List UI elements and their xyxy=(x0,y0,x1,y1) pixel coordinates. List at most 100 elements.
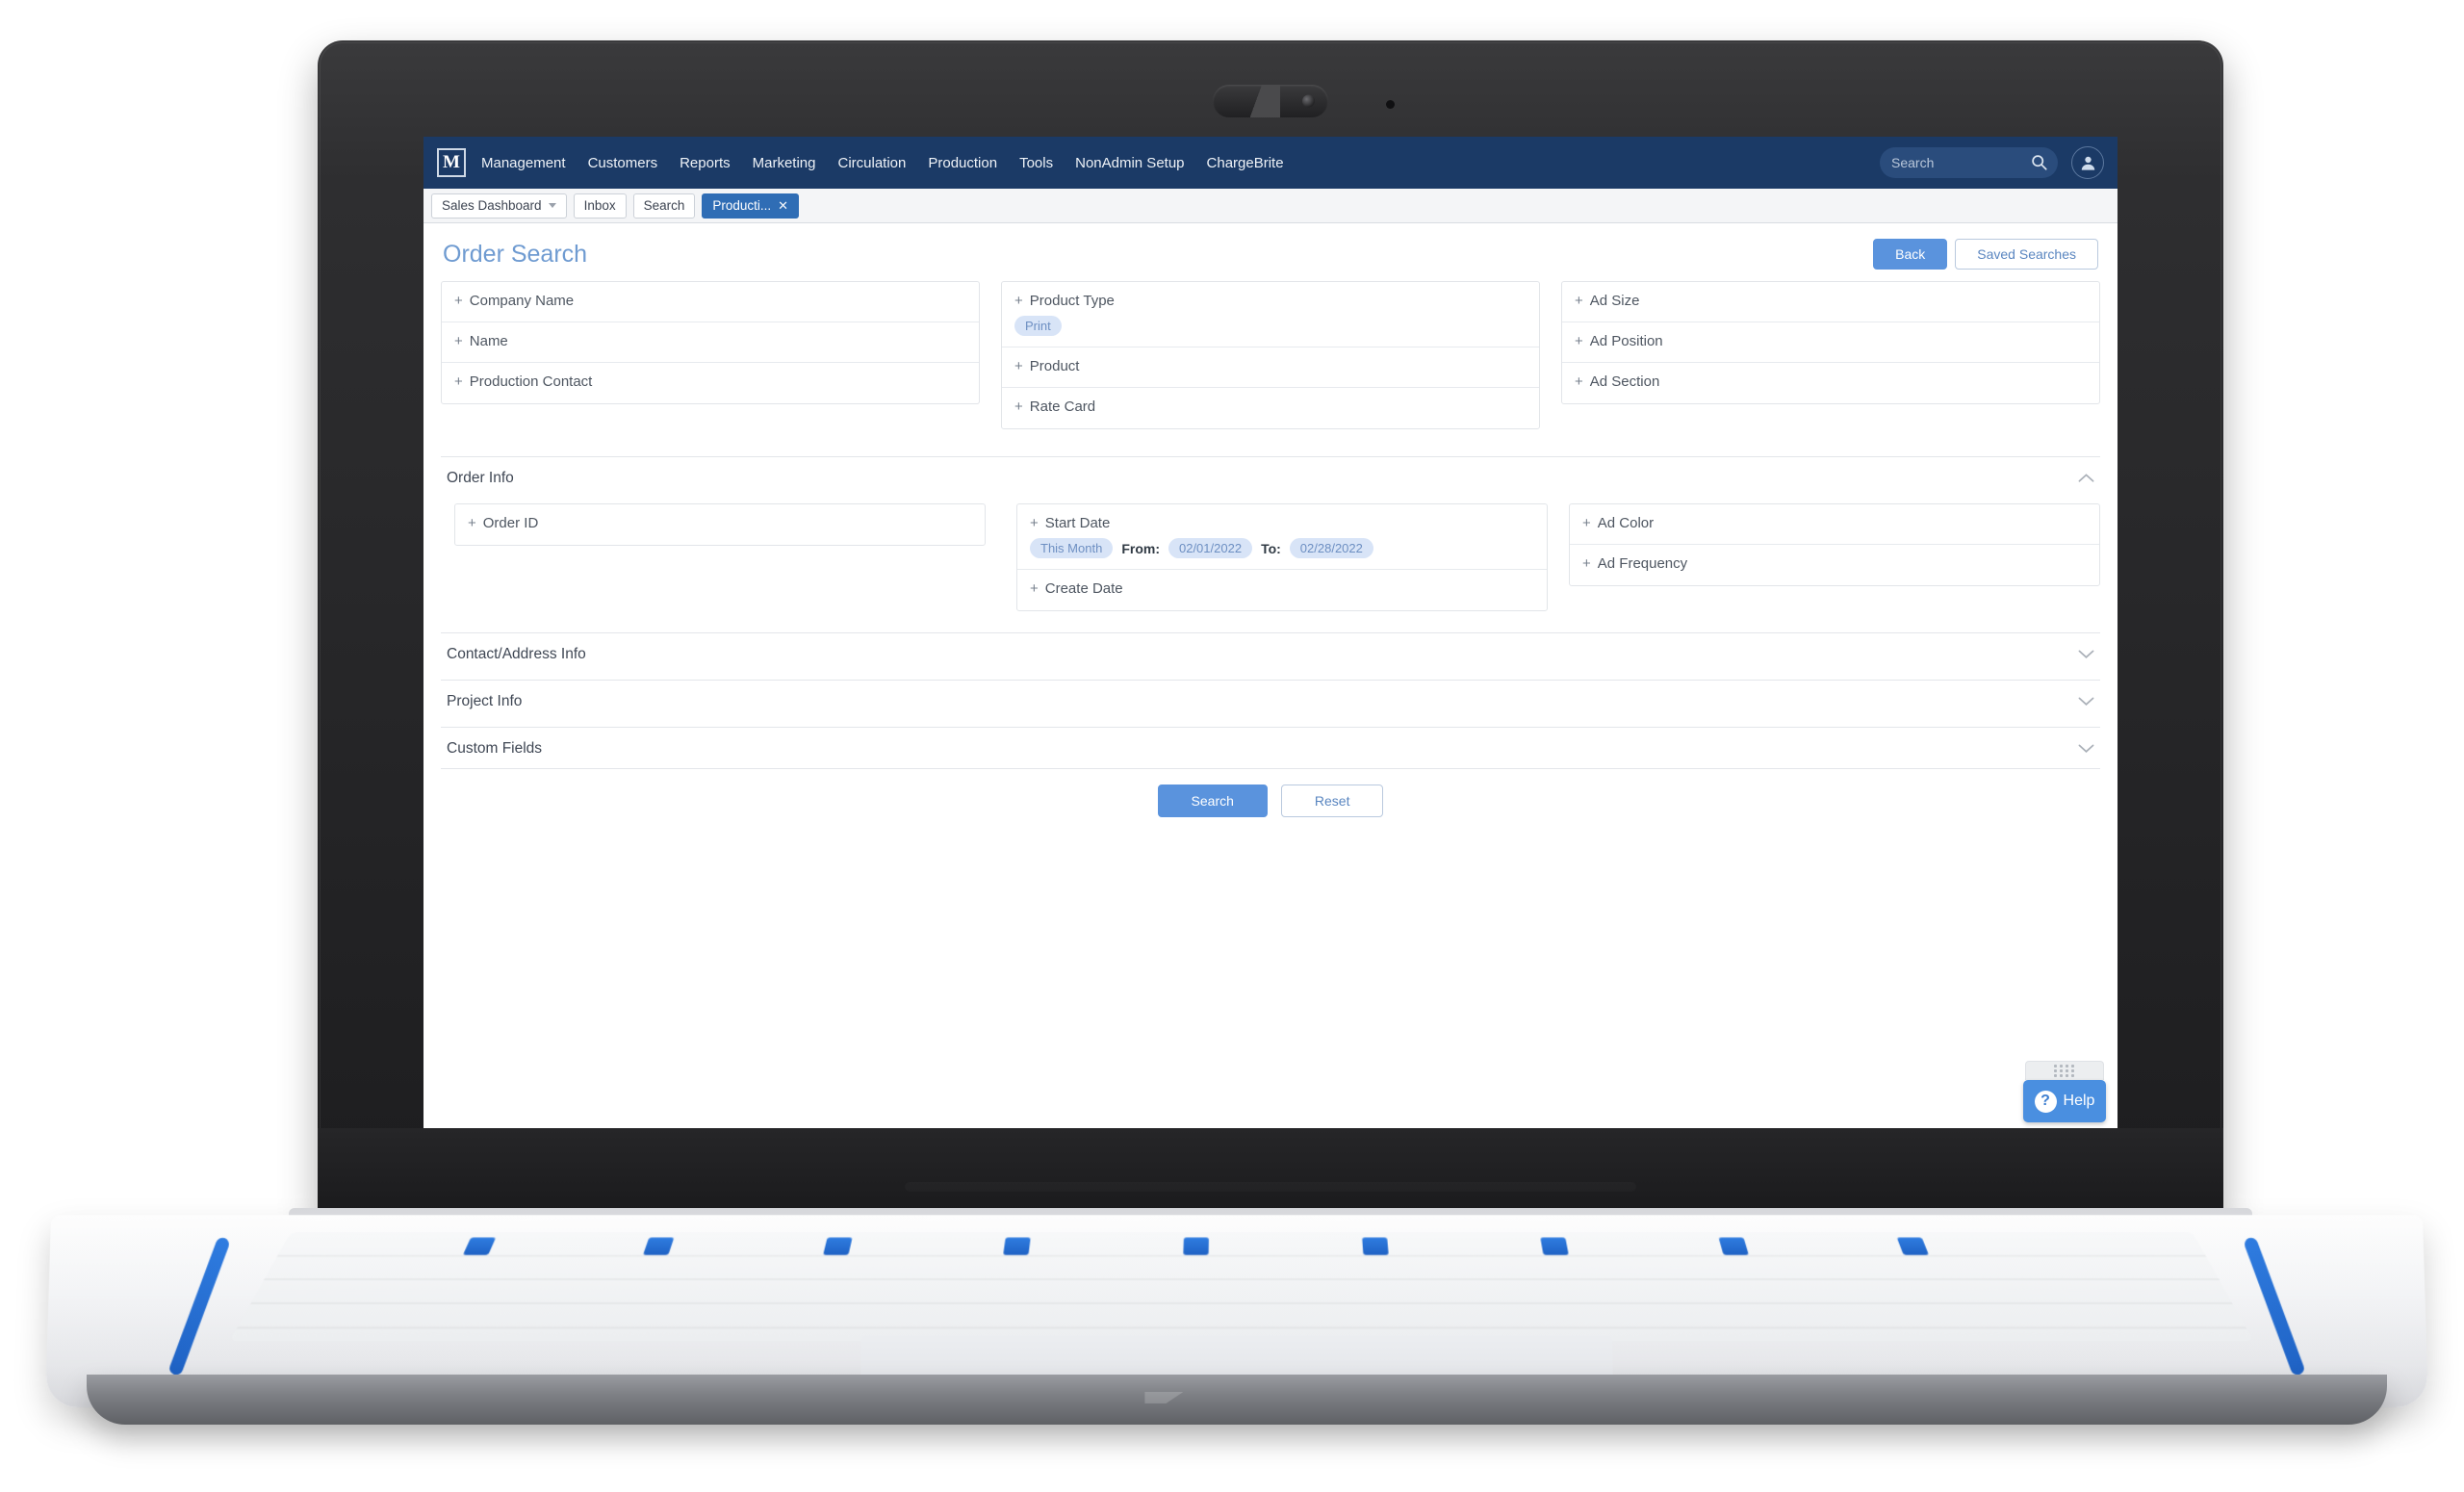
plus-icon: + xyxy=(1014,399,1023,415)
date-from-value[interactable]: 02/01/2022 xyxy=(1168,538,1253,558)
base-accent-left xyxy=(167,1236,231,1377)
field-group: + Company Name + Name + Production Contact xyxy=(441,281,980,404)
criteria-column-3: + Ad Size + Ad Position + Ad Section xyxy=(1561,281,2100,404)
chip-date-preset[interactable]: This Month xyxy=(1030,538,1114,558)
form-actions: Search Reset xyxy=(441,768,2100,827)
field-create-date[interactable]: + Create Date xyxy=(1017,570,1547,610)
tab-production-active[interactable]: Producti... ✕ xyxy=(702,193,800,219)
laptop-base-front xyxy=(87,1375,2387,1425)
section-title: Order Info xyxy=(447,470,514,486)
nav-item-chargebrite[interactable]: ChargeBrite xyxy=(1207,155,1284,171)
close-icon[interactable]: ✕ xyxy=(778,198,788,214)
nav-item-tools[interactable]: Tools xyxy=(1019,155,1053,171)
help-button[interactable]: ? Help xyxy=(2023,1080,2106,1122)
from-label: From: xyxy=(1121,540,1160,556)
chevron-down-icon[interactable] xyxy=(548,203,556,208)
keyboard-accent-key xyxy=(1003,1237,1031,1255)
search-icon[interactable] xyxy=(2031,154,2047,175)
criteria-column-2: + Product Type Print + Product + Rate Card xyxy=(1001,281,1540,429)
keyboard xyxy=(229,1232,2254,1341)
field-group: + Start Date This Month From: 02/01/2022 … xyxy=(1016,503,1548,611)
field-product-type[interactable]: + Product Type Print xyxy=(1002,282,1539,347)
search-button[interactable]: Search xyxy=(1157,785,1268,817)
field-order-id[interactable]: + Order ID xyxy=(455,504,985,545)
to-label: To: xyxy=(1261,540,1281,556)
user-icon xyxy=(2081,156,2094,170)
date-to-value[interactable]: 02/28/2022 xyxy=(1289,538,1373,558)
field-ad-section[interactable]: + Ad Section xyxy=(1562,363,2099,403)
nav-item-management[interactable]: Management xyxy=(481,155,566,171)
field-ad-frequency[interactable]: + Ad Frequency xyxy=(1570,545,2099,585)
webcam-indicator-icon xyxy=(1386,100,1395,109)
plus-icon: + xyxy=(1582,555,1591,572)
field-group: + Order ID xyxy=(454,503,986,546)
field-label: Product Type xyxy=(1029,293,1115,309)
field-group: + Ad Size + Ad Position + Ad Section xyxy=(1561,281,2100,404)
webcam-bezel xyxy=(318,40,2223,141)
tab-inbox[interactable]: Inbox xyxy=(573,193,627,219)
nav-item-customers[interactable]: Customers xyxy=(588,155,658,171)
page-title: Order Search xyxy=(443,240,588,268)
nav-item-reports[interactable]: Reports xyxy=(680,155,731,171)
field-production-contact[interactable]: + Production Contact xyxy=(442,363,979,403)
plus-icon: + xyxy=(1582,515,1591,531)
keyboard-accent-key xyxy=(823,1237,853,1255)
plus-icon: + xyxy=(1014,293,1023,309)
top-navbar: M Management Customers Reports Marketing… xyxy=(424,137,2118,189)
section-order-info: Order Info + Order ID + Start Date This … xyxy=(441,456,2100,627)
section-order-info-header[interactable]: Order Info xyxy=(441,457,2100,498)
tab-label: Search xyxy=(643,198,685,213)
keyboard-accent-key xyxy=(1183,1237,1209,1255)
keyboard-accent-key xyxy=(1540,1237,1569,1255)
field-ad-size[interactable]: + Ad Size xyxy=(1562,282,2099,322)
global-search[interactable] xyxy=(1880,147,2058,178)
field-ad-color[interactable]: + Ad Color xyxy=(1570,504,2099,545)
tab-sales-dashboard[interactable]: Sales Dashboard xyxy=(431,193,567,219)
chevron-down-icon[interactable] xyxy=(2078,648,2094,662)
nav-item-marketing[interactable]: Marketing xyxy=(753,155,816,171)
header-actions: Back Saved Searches xyxy=(1873,239,2098,270)
section-title: Project Info xyxy=(447,693,523,709)
field-label: Product xyxy=(1029,358,1080,374)
nav-item-nonadmin-setup[interactable]: NonAdmin Setup xyxy=(1075,155,1184,171)
section-custom-fields-header[interactable]: Custom Fields xyxy=(441,728,2100,768)
user-avatar-button[interactable] xyxy=(2071,146,2104,179)
field-label: Create Date xyxy=(1044,580,1123,597)
nav-item-production[interactable]: Production xyxy=(928,155,997,171)
field-group: + Product Type Print + Product + Rate Card xyxy=(1001,281,1540,429)
search-input[interactable] xyxy=(1891,155,2046,170)
plus-icon: + xyxy=(468,515,476,531)
chevron-down-icon[interactable] xyxy=(2078,742,2094,757)
plus-icon: + xyxy=(1030,580,1039,597)
saved-searches-button[interactable]: Saved Searches xyxy=(1955,239,2098,270)
field-start-date[interactable]: + Start Date This Month From: 02/01/2022 … xyxy=(1017,504,1547,570)
tab-search[interactable]: Search xyxy=(632,193,696,219)
section-project-info-header[interactable]: Project Info xyxy=(441,681,2100,721)
field-label: Order ID xyxy=(482,515,539,531)
chevron-up-icon[interactable] xyxy=(2078,472,2094,486)
section-contact-address-info-header[interactable]: Contact/Address Info xyxy=(441,633,2100,674)
nav-item-circulation[interactable]: Circulation xyxy=(837,155,906,171)
order-info-column-2: + Start Date This Month From: 02/01/2022 … xyxy=(1007,503,1548,611)
field-label: Name xyxy=(469,333,508,349)
chevron-down-icon[interactable] xyxy=(2078,695,2094,709)
field-company-name[interactable]: + Company Name xyxy=(442,282,979,322)
base-accent-right xyxy=(2243,1236,2306,1377)
help-drag-handle[interactable] xyxy=(2025,1061,2104,1080)
back-button[interactable]: Back xyxy=(1873,239,1948,270)
criteria-column-1: + Company Name + Name + Production Contact xyxy=(441,281,980,404)
app-logo[interactable]: M xyxy=(437,148,466,177)
field-rate-card[interactable]: + Rate Card xyxy=(1002,388,1539,428)
plus-icon: + xyxy=(1575,333,1583,349)
field-ad-position[interactable]: + Ad Position xyxy=(1562,322,2099,363)
plus-icon: + xyxy=(1014,358,1023,374)
help-widget: ? Help xyxy=(2023,1061,2106,1122)
order-info-columns: + Order ID + Start Date This Month From:… xyxy=(441,503,2100,611)
plus-icon: + xyxy=(1575,293,1583,309)
order-info-column-3: + Ad Color + Ad Frequency xyxy=(1569,503,2100,586)
reset-button[interactable]: Reset xyxy=(1280,785,1384,817)
field-name[interactable]: + Name xyxy=(442,322,979,363)
chip-product-type-print[interactable]: Print xyxy=(1014,316,1062,336)
field-product[interactable]: + Product xyxy=(1002,347,1539,388)
navbar-right xyxy=(1880,146,2104,179)
